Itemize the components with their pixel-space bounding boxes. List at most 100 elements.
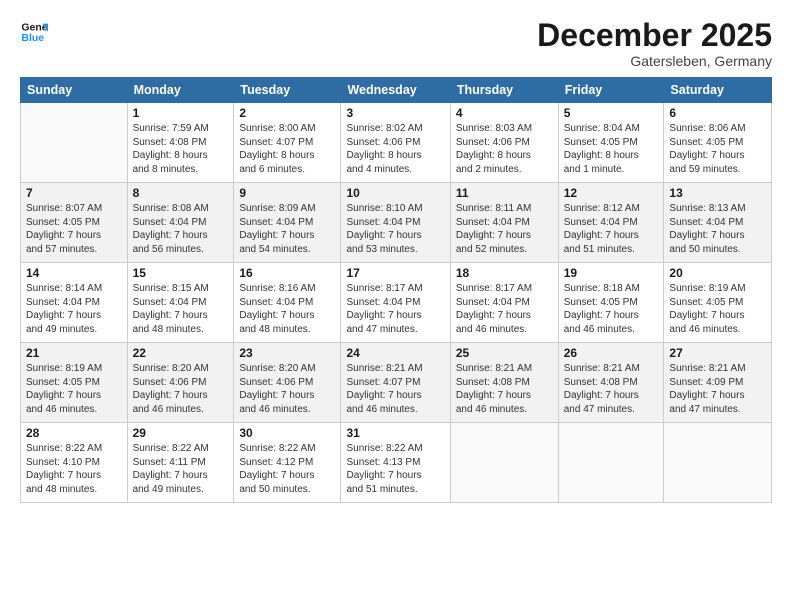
col-wednesday: Wednesday <box>341 78 450 103</box>
table-row <box>450 423 558 503</box>
day-info: Sunrise: 8:21 AMSunset: 4:07 PMDaylight:… <box>346 362 444 416</box>
day-number: 25 <box>456 346 553 360</box>
day-info: Sunrise: 8:22 AMSunset: 4:13 PMDaylight:… <box>346 442 444 496</box>
day-info: Sunrise: 8:19 AMSunset: 4:05 PMDaylight:… <box>669 282 766 336</box>
table-row: 1 Sunrise: 7:59 AMSunset: 4:08 PMDaylight… <box>127 103 234 183</box>
table-row: 24 Sunrise: 8:21 AMSunset: 4:07 PMDayligh… <box>341 343 450 423</box>
day-info: Sunrise: 8:10 AMSunset: 4:04 PMDaylight:… <box>346 202 444 256</box>
page: General Blue December 2025 Gatersleben, … <box>0 0 792 612</box>
day-number: 28 <box>26 426 122 440</box>
title-block: December 2025 Gatersleben, Germany <box>537 18 772 69</box>
day-number: 31 <box>346 426 444 440</box>
table-row: 28 Sunrise: 8:22 AMSunset: 4:10 PMDayligh… <box>21 423 128 503</box>
table-row: 5 Sunrise: 8:04 AMSunset: 4:05 PMDaylight… <box>558 103 664 183</box>
day-number: 27 <box>669 346 766 360</box>
day-info: Sunrise: 8:17 AMSunset: 4:04 PMDaylight:… <box>456 282 553 336</box>
table-row: 31 Sunrise: 8:22 AMSunset: 4:13 PMDayligh… <box>341 423 450 503</box>
table-row: 3 Sunrise: 8:02 AMSunset: 4:06 PMDaylight… <box>341 103 450 183</box>
table-row: 29 Sunrise: 8:22 AMSunset: 4:11 PMDayligh… <box>127 423 234 503</box>
day-info: Sunrise: 8:00 AMSunset: 4:07 PMDaylight:… <box>239 122 335 176</box>
day-info: Sunrise: 7:59 AMSunset: 4:08 PMDaylight:… <box>133 122 229 176</box>
calendar-week-row: 21Sunrise: 8:19 AMSunset: 4:05 PMDayligh… <box>21 343 772 423</box>
calendar-header-row: Sunday Monday Tuesday Wednesday Thursday… <box>21 78 772 103</box>
table-row: 19Sunrise: 8:18 AMSunset: 4:05 PMDayligh… <box>558 263 664 343</box>
day-info: Sunrise: 8:22 AMSunset: 4:10 PMDaylight:… <box>26 442 122 496</box>
table-row: 8 Sunrise: 8:08 AMSunset: 4:04 PMDaylight… <box>127 183 234 263</box>
calendar-table: Sunday Monday Tuesday Wednesday Thursday… <box>20 77 772 503</box>
day-number: 14 <box>26 266 122 280</box>
calendar-week-row: 7 Sunrise: 8:07 AMSunset: 4:05 PMDaylight… <box>21 183 772 263</box>
day-info: Sunrise: 8:09 AMSunset: 4:04 PMDaylight:… <box>239 202 335 256</box>
day-info: Sunrise: 8:20 AMSunset: 4:06 PMDaylight:… <box>133 362 229 416</box>
day-info: Sunrise: 8:07 AMSunset: 4:05 PMDaylight:… <box>26 202 122 256</box>
day-number: 13 <box>669 186 766 200</box>
table-row: 12Sunrise: 8:12 AMSunset: 4:04 PMDayligh… <box>558 183 664 263</box>
day-info: Sunrise: 8:17 AMSunset: 4:04 PMDaylight:… <box>346 282 444 336</box>
day-number: 3 <box>346 106 444 120</box>
day-info: Sunrise: 8:19 AMSunset: 4:05 PMDaylight:… <box>26 362 122 416</box>
day-info: Sunrise: 8:22 AMSunset: 4:11 PMDaylight:… <box>133 442 229 496</box>
day-number: 1 <box>133 106 229 120</box>
logo-icon: General Blue <box>20 18 48 46</box>
calendar-week-row: 28 Sunrise: 8:22 AMSunset: 4:10 PMDayligh… <box>21 423 772 503</box>
col-friday: Friday <box>558 78 664 103</box>
day-number: 18 <box>456 266 553 280</box>
table-row: 17 Sunrise: 8:17 AMSunset: 4:04 PMDayligh… <box>341 263 450 343</box>
table-row: 13 Sunrise: 8:13 AMSunset: 4:04 PMDayligh… <box>664 183 772 263</box>
table-row: 27Sunrise: 8:21 AMSunset: 4:09 PMDayligh… <box>664 343 772 423</box>
table-row: 2 Sunrise: 8:00 AMSunset: 4:07 PMDaylight… <box>234 103 341 183</box>
day-number: 23 <box>239 346 335 360</box>
col-monday: Monday <box>127 78 234 103</box>
calendar-week-row: 14 Sunrise: 8:14 AMSunset: 4:04 PMDayligh… <box>21 263 772 343</box>
table-row: 20Sunrise: 8:19 AMSunset: 4:05 PMDayligh… <box>664 263 772 343</box>
table-row: 11Sunrise: 8:11 AMSunset: 4:04 PMDayligh… <box>450 183 558 263</box>
table-row: 25 Sunrise: 8:21 AMSunset: 4:08 PMDayligh… <box>450 343 558 423</box>
day-info: Sunrise: 8:04 AMSunset: 4:05 PMDaylight:… <box>564 122 659 176</box>
day-info: Sunrise: 8:21 AMSunset: 4:08 PMDaylight:… <box>564 362 659 416</box>
day-number: 5 <box>564 106 659 120</box>
subtitle: Gatersleben, Germany <box>537 53 772 69</box>
table-row: 23 Sunrise: 8:20 AMSunset: 4:06 PMDayligh… <box>234 343 341 423</box>
day-info: Sunrise: 8:03 AMSunset: 4:06 PMDaylight:… <box>456 122 553 176</box>
day-info: Sunrise: 8:13 AMSunset: 4:04 PMDaylight:… <box>669 202 766 256</box>
day-number: 6 <box>669 106 766 120</box>
day-info: Sunrise: 8:06 AMSunset: 4:05 PMDaylight:… <box>669 122 766 176</box>
table-row: 22Sunrise: 8:20 AMSunset: 4:06 PMDayligh… <box>127 343 234 423</box>
day-number: 7 <box>26 186 122 200</box>
table-row: 6 Sunrise: 8:06 AMSunset: 4:05 PMDaylight… <box>664 103 772 183</box>
day-number: 24 <box>346 346 444 360</box>
table-row: 30Sunrise: 8:22 AMSunset: 4:12 PMDayligh… <box>234 423 341 503</box>
table-row <box>664 423 772 503</box>
table-row: 9 Sunrise: 8:09 AMSunset: 4:04 PMDaylight… <box>234 183 341 263</box>
day-number: 19 <box>564 266 659 280</box>
table-row: 21Sunrise: 8:19 AMSunset: 4:05 PMDayligh… <box>21 343 128 423</box>
table-row: 15Sunrise: 8:15 AMSunset: 4:04 PMDayligh… <box>127 263 234 343</box>
day-info: Sunrise: 8:08 AMSunset: 4:04 PMDaylight:… <box>133 202 229 256</box>
day-number: 9 <box>239 186 335 200</box>
day-info: Sunrise: 8:02 AMSunset: 4:06 PMDaylight:… <box>346 122 444 176</box>
day-number: 12 <box>564 186 659 200</box>
month-title: December 2025 <box>537 18 772 53</box>
table-row: 26Sunrise: 8:21 AMSunset: 4:08 PMDayligh… <box>558 343 664 423</box>
table-row: 7 Sunrise: 8:07 AMSunset: 4:05 PMDaylight… <box>21 183 128 263</box>
day-info: Sunrise: 8:15 AMSunset: 4:04 PMDaylight:… <box>133 282 229 336</box>
col-sunday: Sunday <box>21 78 128 103</box>
day-info: Sunrise: 8:14 AMSunset: 4:04 PMDaylight:… <box>26 282 122 336</box>
day-number: 17 <box>346 266 444 280</box>
table-row <box>21 103 128 183</box>
day-number: 8 <box>133 186 229 200</box>
day-number: 2 <box>239 106 335 120</box>
col-saturday: Saturday <box>664 78 772 103</box>
day-info: Sunrise: 8:20 AMSunset: 4:06 PMDaylight:… <box>239 362 335 416</box>
day-number: 16 <box>239 266 335 280</box>
day-info: Sunrise: 8:22 AMSunset: 4:12 PMDaylight:… <box>239 442 335 496</box>
table-row: 10Sunrise: 8:10 AMSunset: 4:04 PMDayligh… <box>341 183 450 263</box>
calendar-week-row: 1 Sunrise: 7:59 AMSunset: 4:08 PMDaylight… <box>21 103 772 183</box>
day-number: 4 <box>456 106 553 120</box>
table-row <box>558 423 664 503</box>
logo: General Blue <box>20 18 48 46</box>
table-row: 16Sunrise: 8:16 AMSunset: 4:04 PMDayligh… <box>234 263 341 343</box>
day-number: 29 <box>133 426 229 440</box>
day-info: Sunrise: 8:21 AMSunset: 4:08 PMDaylight:… <box>456 362 553 416</box>
header: General Blue December 2025 Gatersleben, … <box>20 18 772 69</box>
